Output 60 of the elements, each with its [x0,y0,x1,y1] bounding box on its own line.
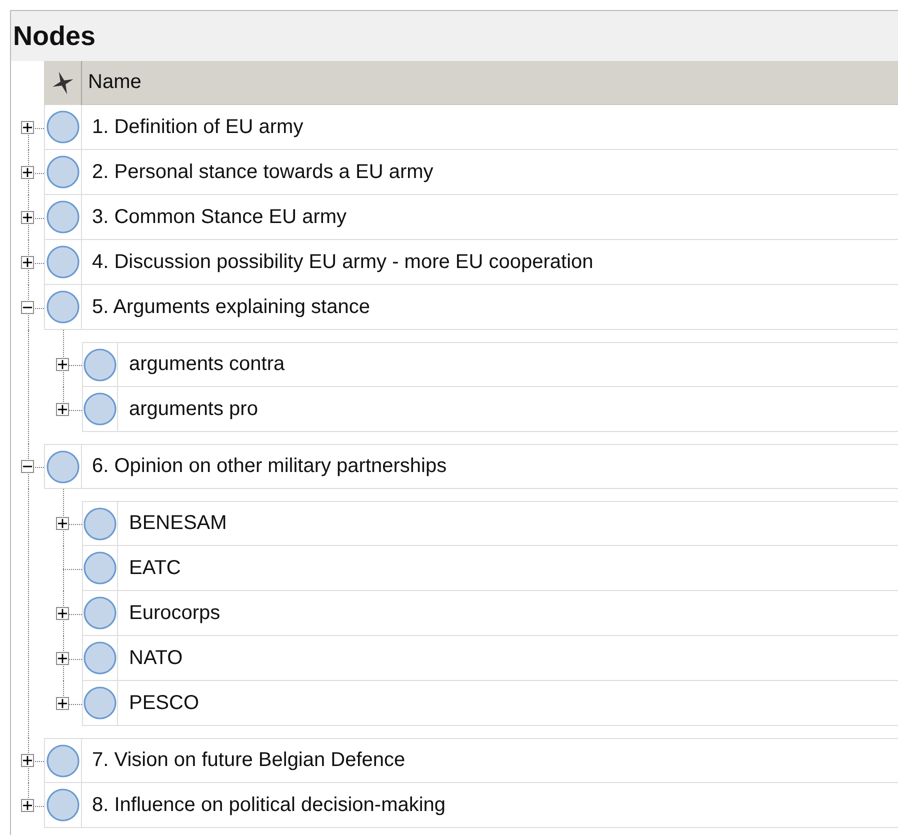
panel-title: Nodes [11,11,898,61]
node-name[interactable]: 2. Personal stance towards a EU army [82,150,898,195]
node-name[interactable]: 8. Influence on political decision-making [82,783,898,828]
node-icon [46,788,80,822]
plus-icon [58,405,67,414]
node-icon [46,450,80,484]
node-icon [46,200,80,234]
expand-button[interactable] [56,403,69,416]
node-name[interactable]: 7. Vision on future Belgian Defence [82,738,898,783]
plus-icon [22,756,32,765]
collapse-button[interactable] [20,301,34,314]
collapse-button[interactable] [20,460,34,473]
node-icon [83,641,117,675]
expand-button[interactable] [56,607,69,620]
plus-icon [22,213,32,222]
node-icon [83,596,117,630]
node-name[interactable]: PESCO [118,681,898,726]
node-name[interactable]: arguments contra [118,342,898,387]
node-name[interactable]: 6. Opinion on other military partnerships [82,444,898,489]
expand-button[interactable] [20,166,34,179]
node-icon [46,290,80,324]
expand-button[interactable] [20,799,34,812]
node-name[interactable]: 3. Common Stance EU army [82,195,898,240]
expand-button[interactable] [56,697,69,710]
plus-icon [22,258,32,267]
column-header[interactable] [44,61,82,105]
node-name[interactable]: arguments pro [118,387,898,432]
expand-button[interactable] [56,358,69,371]
expand-button[interactable] [20,121,34,134]
node-icon [83,506,117,540]
plus-icon [58,699,67,708]
node-icon [83,348,117,382]
expand-button[interactable] [56,652,69,665]
node-icon [83,551,117,585]
expand-button[interactable] [56,517,69,530]
node-name[interactable]: NATO [118,636,898,681]
node-icon [83,686,117,720]
node-icon [46,110,80,144]
plus-icon [22,801,32,810]
node-name[interactable]: Eurocorps [118,591,898,636]
node-name[interactable]: BENESAM [118,501,898,546]
star-icon [50,70,74,96]
node-icon [83,392,117,426]
plus-icon [58,654,67,663]
plus-icon [22,168,32,177]
plus-icon [58,609,67,618]
node-icon [46,744,80,778]
node-icon [46,245,80,279]
node-name[interactable]: EATC [118,546,898,591]
node-name[interactable]: 1. Definition of EU army [82,105,898,150]
node-icon [46,155,80,189]
column-header[interactable]: Name [82,61,898,105]
expand-button[interactable] [20,211,34,224]
node-name[interactable]: 5. Arguments explaining stance [82,285,898,330]
plus-icon [22,123,32,132]
plus-icon [58,519,67,528]
node-name[interactable]: 4. Discussion possibility EU army - more EU cooperation [82,240,898,285]
plus-icon [58,360,67,369]
expand-button[interactable] [20,256,34,269]
expand-button[interactable] [20,754,34,767]
